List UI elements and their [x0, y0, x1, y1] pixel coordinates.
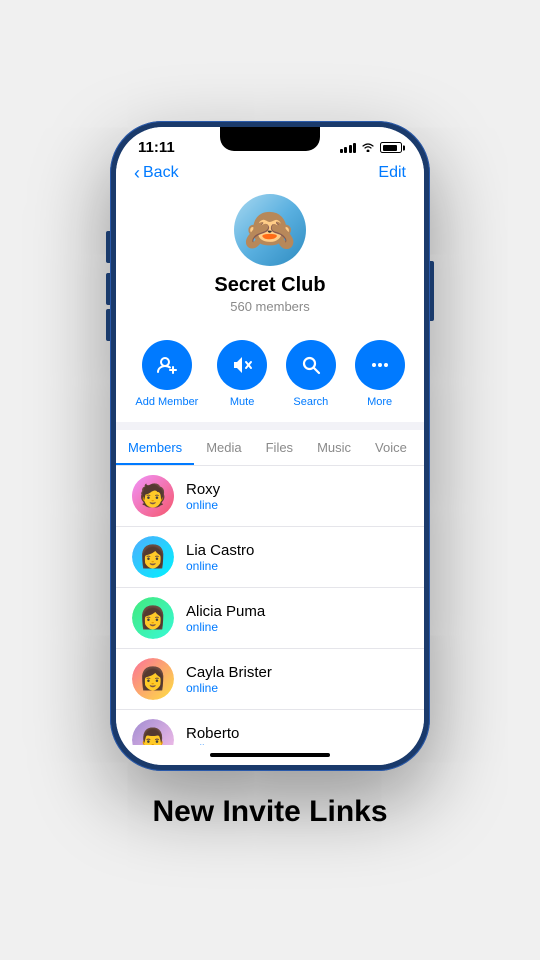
mute-button[interactable]: Mute [217, 340, 267, 408]
avatar: 👩 [132, 536, 174, 578]
member-item[interactable]: 👩 Lia Castro online [116, 527, 424, 588]
status-icons [340, 141, 403, 155]
phone-frame: 11:11 [110, 121, 430, 771]
nav-bar: ‹ Back Edit [116, 160, 424, 188]
member-info: Roberto online [186, 725, 239, 746]
avatar: 👨 [132, 719, 174, 745]
tab-files[interactable]: Files [254, 430, 305, 465]
member-item[interactable]: 👩 Cayla Brister online [116, 649, 424, 710]
add-member-label: Add Member [135, 396, 198, 408]
member-info: Lia Castro online [186, 542, 254, 573]
member-info: Roxy online [186, 481, 220, 512]
home-bar [210, 753, 330, 757]
back-label: Back [143, 164, 179, 182]
member-item[interactable]: 👩 Alicia Puma online [116, 588, 424, 649]
phone-screen: 11:11 [116, 127, 424, 765]
tab-members[interactable]: Members [116, 430, 194, 465]
battery-icon [380, 142, 402, 153]
search-button[interactable]: Search [286, 340, 336, 408]
avatar: 👩 [132, 597, 174, 639]
member-item[interactable]: 👨 Roberto online [116, 710, 424, 745]
home-indicator [116, 745, 424, 765]
back-button[interactable]: ‹ Back [134, 164, 179, 182]
action-buttons: Add Member Mute [116, 328, 424, 422]
tab-media[interactable]: Media [194, 430, 253, 465]
wifi-icon [361, 141, 375, 155]
more-icon-circle [355, 340, 405, 390]
group-header: 🙈 Secret Club 560 members [116, 188, 424, 328]
search-icon-circle [286, 340, 336, 390]
group-avatar: 🙈 [234, 194, 306, 266]
chevron-left-icon: ‹ [134, 164, 140, 182]
group-avatar-emoji: 🙈 [244, 206, 296, 255]
member-info: Cayla Brister online [186, 664, 272, 695]
section-divider [116, 422, 424, 430]
member-info: Alicia Puma online [186, 603, 265, 634]
add-member-icon-circle [142, 340, 192, 390]
group-members-count: 560 members [230, 299, 309, 314]
tab-links[interactable]: Li… [419, 430, 424, 465]
phone-wrapper: 11:11 [110, 121, 430, 771]
status-time: 11:11 [138, 139, 175, 156]
signal-icon [340, 143, 357, 153]
members-list: 🧑 Roxy online 👩 Lia Cast [116, 466, 424, 745]
mute-icon-circle [217, 340, 267, 390]
avatar: 🧑 [132, 475, 174, 517]
group-name: Secret Club [214, 274, 325, 297]
member-item[interactable]: 🧑 Roxy online [116, 466, 424, 527]
more-label: More [367, 396, 392, 408]
tab-voice[interactable]: Voice [363, 430, 419, 465]
page-label: New Invite Links [152, 795, 387, 829]
search-label: Search [293, 396, 328, 408]
notch [220, 127, 320, 151]
edit-button[interactable]: Edit [378, 164, 406, 182]
tabs-bar: Members Media Files Music Voice Li… [116, 430, 424, 466]
add-member-button[interactable]: Add Member [135, 340, 198, 408]
more-button[interactable]: More [355, 340, 405, 408]
tab-music[interactable]: Music [305, 430, 363, 465]
mute-label: Mute [230, 396, 254, 408]
avatar: 👩 [132, 658, 174, 700]
